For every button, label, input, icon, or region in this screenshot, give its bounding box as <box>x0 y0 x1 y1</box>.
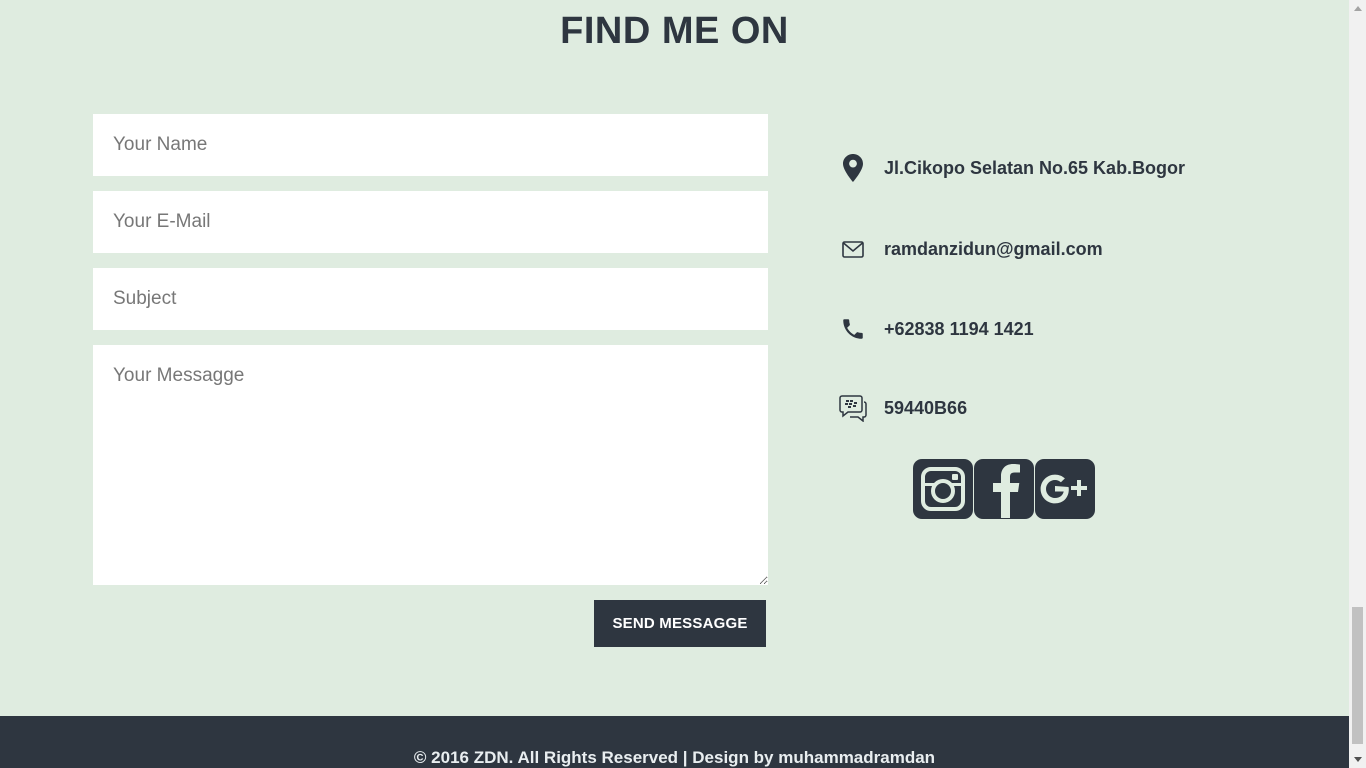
scroll-down-arrow-icon[interactable] <box>1349 751 1366 768</box>
contact-address: Jl.Cikopo Selatan No.65 Kab.Bogor <box>836 148 1185 188</box>
vertical-scrollbar[interactable] <box>1349 0 1366 768</box>
email-input[interactable] <box>93 191 768 253</box>
contact-section: FIND ME ON SEND MESSAGGE Jl.Cikopo Selat… <box>0 0 1349 768</box>
name-input[interactable] <box>93 114 768 176</box>
email-text: ramdanzidun@gmail.com <box>884 238 1103 259</box>
subject-input[interactable] <box>93 268 768 330</box>
bbm-pin-text: 59440B66 <box>884 397 968 418</box>
map-marker-icon <box>836 151 870 185</box>
bbm-chat-icon <box>836 391 870 425</box>
envelope-icon <box>836 232 870 266</box>
contact-bbm: 59440B66 <box>836 388 967 428</box>
contact-email: ramdanzidun@gmail.com <box>836 229 1103 269</box>
facebook-icon[interactable] <box>974 459 1034 519</box>
scroll-up-arrow-icon[interactable] <box>1349 0 1366 17</box>
address-text: Jl.Cikopo Selatan No.65 Kab.Bogor <box>884 157 1186 178</box>
section-title: FIND ME ON <box>560 10 789 52</box>
scrollbar-thumb[interactable] <box>1352 607 1363 744</box>
social-links <box>913 459 1095 519</box>
phone-icon <box>836 312 870 346</box>
google-plus-icon[interactable] <box>1035 459 1095 519</box>
contact-phone: +62838 1194 1421 <box>836 309 1034 349</box>
message-textarea[interactable] <box>93 345 768 585</box>
instagram-icon[interactable] <box>913 459 973 519</box>
send-message-button[interactable]: SEND MESSAGGE <box>594 600 766 647</box>
footer: © 2016 ZDN. All Rights Reserved | Design… <box>0 716 1349 768</box>
phone-text: +62838 1194 1421 <box>884 318 1034 339</box>
footer-copyright: © 2016 ZDN. All Rights Reserved | Design… <box>413 748 936 767</box>
